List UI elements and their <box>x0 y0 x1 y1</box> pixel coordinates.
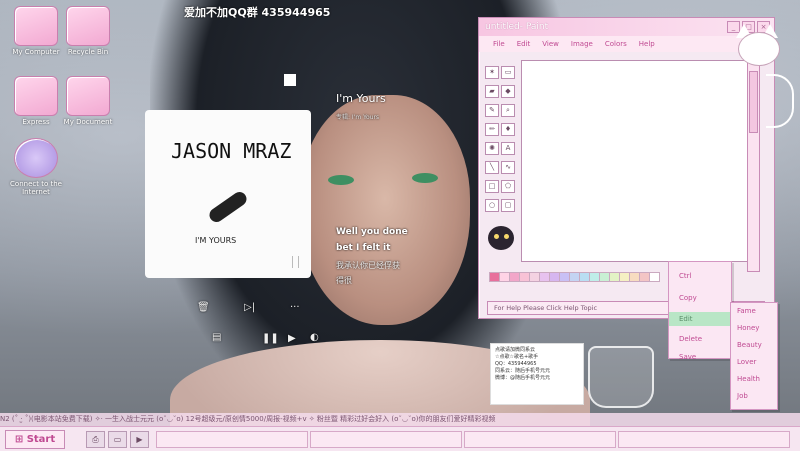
scrolling-ticker: N2 (˚ ·̫ ˚)(电影本站免费下载) ✧· 一生入战士元元 (o˘◡˘o)… <box>0 413 800 426</box>
select-star-icon[interactable]: ✶ <box>485 66 499 79</box>
taskbar-item[interactable] <box>464 431 616 448</box>
start-button[interactable]: ⊞ Start <box>5 430 65 449</box>
taskbar: ⊞ Start ⎙ ▭ ▶ <box>0 426 800 451</box>
ellipse-icon[interactable]: ○ <box>485 199 499 212</box>
submenu-item-lover[interactable]: Lover <box>731 354 777 371</box>
menu-item-edit[interactable]: Edit <box>669 312 731 326</box>
left-eye <box>328 175 354 185</box>
lyric-line-1: Well you done <box>336 227 408 237</box>
delete-icon[interactable]: 🗑 <box>197 302 210 313</box>
menu-image[interactable]: Image <box>571 36 593 52</box>
lyric-line-4: 得很 <box>336 276 352 285</box>
start-label: Start <box>26 434 56 445</box>
pause-icon[interactable] <box>292 256 299 268</box>
curve-icon[interactable]: ∿ <box>501 161 515 174</box>
desktop-icon-label: My Document <box>63 118 113 126</box>
start-flag-icon: ⊞ <box>14 434 27 445</box>
context-menu: Ctrl Copy Edit Delete Save <box>668 261 732 361</box>
brush-icon[interactable]: ♦ <box>501 123 515 136</box>
picker-icon[interactable]: ✎ <box>485 104 499 117</box>
fill-icon[interactable]: ◆ <box>501 85 515 98</box>
taskbar-item[interactable] <box>310 431 462 448</box>
note-line-4: 同系云：随后手机号元元 <box>495 368 551 374</box>
text-icon[interactable]: A <box>501 142 515 155</box>
rounded-rect-icon[interactable]: ▢ <box>501 199 515 212</box>
note-line-3: QQ：435944965 <box>495 361 537 367</box>
pause-button-icon[interactable]: ❚❚ <box>262 333 279 344</box>
polygon-icon[interactable]: ⬠ <box>501 180 515 193</box>
menu-view[interactable]: View <box>542 36 559 52</box>
quick-launch-folder-icon[interactable]: ▭ <box>108 431 127 448</box>
desktop-icon-recycle-bin[interactable]: Recycle Bin <box>52 6 124 56</box>
airbrush-icon[interactable]: ✺ <box>485 142 499 155</box>
quick-launch-printer-icon[interactable]: ⎙ <box>86 431 105 448</box>
menu-item-copy[interactable]: Copy <box>669 290 731 306</box>
menu-item-ctrl[interactable]: Ctrl <box>669 268 731 284</box>
note-line-5: 微博：@随后手机号元元 <box>495 375 551 381</box>
note-line-1: 点歌请加微同系云 <box>495 347 536 353</box>
notification-square <box>284 74 296 86</box>
select-rect-icon[interactable]: ▭ <box>501 66 515 79</box>
play-icon[interactable]: ▶ <box>288 333 296 344</box>
desktop-icon-label: Connect to the Internet <box>10 180 62 196</box>
black-cat-sticker <box>482 218 520 258</box>
desktop-icon-connect-internet[interactable]: Connect to the Internet <box>0 138 72 196</box>
next-track-icon[interactable]: ▷| <box>244 302 255 313</box>
paint-toolbox: ✶ ▭ ▰ ◆ ✎ ⌕ ✏ ♦ ✺ A ╲ ∿ □ ⬠ ○ ▢ <box>485 66 517 216</box>
palette-swatch[interactable] <box>649 272 660 282</box>
qq-group-text: 爱加不加QQ群 435944965 <box>184 6 331 19</box>
submenu-item-honey[interactable]: Honey <box>731 320 777 337</box>
album-artist: JASON MRAZ <box>171 139 292 163</box>
vertical-scrollbar[interactable] <box>747 60 760 272</box>
taskbar-item[interactable] <box>156 431 308 448</box>
note-line-2: ☆点歌☆歌名+歌手 <box>495 354 539 360</box>
glass-cup-icon <box>588 346 654 408</box>
playlist-icon[interactable]: ▤ <box>212 332 221 343</box>
taskbar-tray <box>618 431 790 448</box>
color-palette <box>489 272 660 282</box>
desktop-icon-my-document[interactable]: My Document <box>52 76 124 126</box>
scrollbar-thumb[interactable] <box>749 71 758 133</box>
menu-item-save[interactable]: Save <box>669 350 731 364</box>
menu-file[interactable]: File <box>493 36 505 52</box>
wallpaper-face <box>300 95 470 325</box>
menu-help[interactable]: Help <box>639 36 655 52</box>
recycle-bin-icon <box>66 6 110 46</box>
menu-item-delete[interactable]: Delete <box>669 332 731 346</box>
context-submenu: Fame Honey Beauty Lover Health Job <box>730 302 778 410</box>
volume-icon[interactable]: ◐ <box>310 332 319 343</box>
more-icon[interactable]: ··· <box>290 302 300 313</box>
paint-canvas[interactable] <box>521 60 748 262</box>
song-album-line: 专辑: I'm Yours <box>336 114 380 121</box>
lyric-line-3: 我承认你已经俘获 <box>336 261 400 270</box>
menu-edit[interactable]: Edit <box>517 36 531 52</box>
globe-icon <box>14 138 58 178</box>
submenu-item-beauty[interactable]: Beauty <box>731 337 777 354</box>
right-eye <box>412 173 438 183</box>
submenu-item-fame[interactable]: Fame <box>731 303 777 320</box>
desktop-icon-label: Recycle Bin <box>67 48 109 56</box>
line-icon[interactable]: ╲ <box>485 161 499 174</box>
song-request-note: 点歌请加微同系云 ☆点歌☆歌名+歌手 QQ：435944965 同系云：随后手机… <box>490 343 584 405</box>
document-folder-icon <box>66 76 110 116</box>
zoom-icon[interactable]: ⌕ <box>501 104 515 117</box>
lyric-line-2: bet I felt it <box>336 243 391 253</box>
quick-launch-media-icon[interactable]: ▶ <box>130 431 149 448</box>
eraser-icon[interactable]: ▰ <box>485 85 499 98</box>
submenu-item-health[interactable]: Health <box>731 371 777 388</box>
microphone-icon <box>206 189 250 225</box>
album-cover: JASON MRAZ I'M YOURS <box>145 110 311 278</box>
submenu-item-job[interactable]: Job <box>731 388 777 405</box>
song-title: I'm Yours <box>336 92 386 105</box>
rectangle-icon[interactable]: □ <box>485 180 499 193</box>
menu-colors[interactable]: Colors <box>605 36 627 52</box>
album-song: I'M YOURS <box>195 236 237 245</box>
white-cat-sticker <box>730 22 794 128</box>
pencil-icon[interactable]: ✏ <box>485 123 499 136</box>
